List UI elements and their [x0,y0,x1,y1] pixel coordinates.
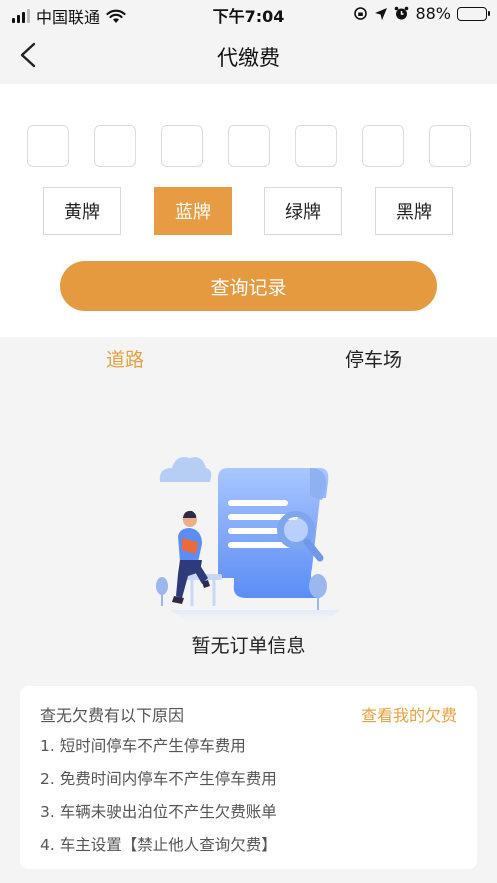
view-my-arrears-link[interactable]: 查看我的欠费 [361,702,457,726]
plate-char-slot-4[interactable] [228,125,270,167]
reason-item-3: 3. 车辆未驶出泊位不产生欠费账单 [40,803,277,821]
plate-char-slot-3[interactable] [161,125,203,167]
plate-char-slot-6[interactable] [362,125,404,167]
plate-number-slots [27,125,471,167]
query-records-button[interactable]: 查询记录 [60,261,437,311]
nav-bar: 代缴费 [0,28,497,84]
plate-char-slot-2[interactable] [94,125,136,167]
green-plate-button[interactable]: 绿牌 [264,187,342,235]
plate-char-slot-7[interactable] [429,125,471,167]
rotation-lock-icon [354,7,368,20]
tab-bar: 道路 停车场 [0,337,497,381]
reason-item-2: 2. 免费时间内停车不产生停车费用 [40,770,277,788]
tab-road[interactable]: 道路 [106,345,144,372]
page-title: 代缴费 [217,46,280,70]
reason-item-1: 1. 短时间停车不产生停车费用 [40,737,246,755]
blue-plate-button[interactable]: 蓝牌 [154,187,232,235]
reasons-title: 查无欠费有以下原因 [40,706,185,725]
status-right: 88% [353,4,490,23]
battery-icon [457,6,490,21]
reason-item-4: 4. 车主设置【禁止他人查询欠费】 [40,836,277,854]
status-bar: 中国联通 下午7:04 88% [0,0,497,28]
empty-document-illustration [156,457,340,620]
battery-percent: 88% [415,4,451,23]
plate-input-panel: 黄牌 蓝牌 绿牌 黑牌 查询记录 [0,84,497,337]
alarm-icon [395,6,409,20]
tab-parking-lot[interactable]: 停车场 [345,345,402,372]
empty-state-text: 暂无订单信息 [191,635,306,657]
location-arrow-icon [375,7,388,20]
yellow-plate-button[interactable]: 黄牌 [43,187,121,235]
plate-char-slot-5[interactable] [295,125,337,167]
black-plate-button[interactable]: 黑牌 [375,187,453,235]
plate-char-slot-1[interactable] [27,125,69,167]
plate-color-selector: 黄牌 蓝牌 绿牌 黑牌 [43,187,454,235]
no-arrears-reasons-card: 查无欠费有以下原因 查看我的欠费 1. 短时间停车不产生停车费用 2. 免费时间… [20,686,477,869]
